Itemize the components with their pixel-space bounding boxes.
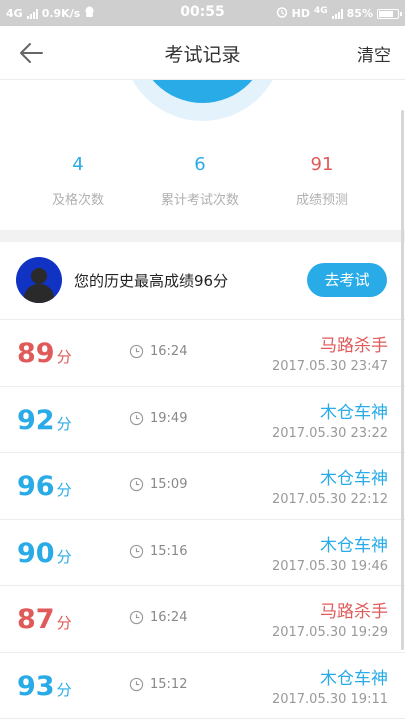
best-score-bar: 您的历史最高成绩96分 去考试 [0, 242, 405, 320]
record-score: 92 分 [17, 405, 72, 436]
stat-label: 及格次数 [51, 193, 104, 208]
status-right: HD 4G 85% [276, 5, 402, 21]
summary-panel: 4 及格次数 6 累计考试次数 91 成绩预测 [0, 80, 405, 230]
record-date: 2017.05.30 22:12 [271, 492, 388, 507]
record-score: 89 分 [17, 338, 72, 369]
clock-icon [129, 411, 144, 425]
battery-percent: 85% [346, 7, 373, 20]
record-duration: 19:49 [129, 411, 187, 426]
duration-text: 19:49 [150, 410, 188, 426]
record-score: 90 分 [17, 538, 72, 569]
clock-icon [129, 610, 144, 625]
page-title: 考试记录 [164, 44, 241, 66]
record-score: 93 分 [17, 671, 72, 702]
record-date: 2017.05.30 19:11 [271, 691, 388, 707]
record-date: 2017.05.30 19:46 [271, 558, 388, 574]
score-value: 96 [17, 471, 55, 502]
record-date: 2017.05.30 23:47 [271, 359, 388, 374]
stat-value: 4 [72, 154, 84, 175]
stat-label: 成绩预测 [295, 193, 348, 208]
record-score: 87 分 [17, 604, 72, 635]
score-value: 87 [17, 604, 55, 635]
score-unit: 分 [56, 547, 72, 566]
scrollbar[interactable] [401, 110, 404, 650]
battery-icon [377, 8, 402, 19]
stat-label: 累计考试次数 [160, 193, 239, 208]
record-row[interactable]: 89 分 16:24 马路杀手 2017.05.30 23:47 [0, 320, 405, 387]
record-duration: 15:16 [129, 544, 187, 559]
status-bar: 4G 0.9K/s 00:55 HD 4G 85% [0, 0, 405, 26]
clear-button[interactable]: 清空 [357, 41, 391, 66]
nav-bar: 考试记录 清空 [0, 26, 405, 80]
score-value: 93 [17, 670, 55, 702]
record-title: 木仓车神 [320, 402, 388, 423]
section-divider [0, 230, 405, 242]
duration-text: 15:09 [150, 477, 188, 492]
exam-record-list: 89 分 16:24 马路杀手 2017.05.30 23:47 92 分 19:4… [0, 320, 405, 719]
best-score-text: 您的历史最高成绩96分 [74, 272, 229, 290]
score-unit: 分 [56, 680, 72, 699]
alarm-icon [276, 6, 288, 21]
record-row[interactable]: 87 分 16:24 马路杀手 2017.05.30 19:29 [0, 586, 405, 653]
stat-total-exams: 6 累计考试次数 [140, 154, 260, 208]
record-title: 马路杀手 [320, 602, 388, 622]
record-score: 96 分 [17, 471, 72, 502]
network-type-2: 4G [314, 5, 328, 16]
record-row[interactable]: 93 分 15:12 木仓车神 2017.05.30 19:11 [0, 652, 405, 719]
duration-text: 15:16 [150, 543, 188, 559]
record-date: 2017.05.30 23:22 [271, 425, 388, 441]
duration-text: 15:12 [150, 676, 188, 692]
duration-text: 16:24 [150, 610, 188, 625]
score-value: 89 [17, 338, 55, 369]
clock-icon [129, 677, 144, 691]
score-unit: 分 [56, 414, 72, 433]
hd-badge: HD [291, 7, 310, 20]
score-unit: 分 [56, 614, 72, 632]
clock-icon [129, 544, 144, 558]
clock-icon [129, 344, 144, 359]
stat-pass-count: 4 及格次数 [18, 154, 138, 208]
record-row[interactable]: 92 分 19:49 木仓车神 2017.05.30 23:22 [0, 386, 405, 453]
take-exam-button[interactable]: 去考试 [307, 263, 387, 297]
avatar[interactable] [16, 257, 62, 303]
record-title: 马路杀手 [320, 336, 388, 356]
record-title: 木仓车神 [320, 668, 388, 689]
score-value: 92 [17, 404, 55, 436]
record-date: 2017.05.30 19:29 [271, 625, 388, 640]
stat-value: 6 [194, 154, 206, 175]
stat-score-prediction: 91 成绩预测 [262, 154, 382, 208]
avatar-body [24, 284, 54, 303]
record-duration: 16:24 [129, 610, 187, 625]
avatar-head [31, 268, 47, 284]
record-duration: 16:24 [129, 344, 187, 359]
stat-value: 91 [310, 154, 334, 175]
score-value: 90 [17, 537, 55, 569]
record-duration: 15:09 [129, 477, 187, 492]
record-title: 木仓车神 [320, 469, 388, 489]
clock-icon [129, 477, 144, 492]
score-unit: 分 [56, 481, 72, 499]
battery-fill [379, 10, 393, 17]
signal-icon-2 [331, 8, 343, 19]
record-title: 木仓车神 [320, 535, 388, 556]
duration-text: 16:24 [150, 344, 188, 359]
record-duration: 15:12 [129, 677, 187, 692]
score-unit: 分 [56, 348, 72, 366]
record-row[interactable]: 96 分 15:09 木仓车神 2017.05.30 22:12 [0, 453, 405, 520]
record-row[interactable]: 90 分 15:16 木仓车神 2017.05.30 19:46 [0, 519, 405, 586]
